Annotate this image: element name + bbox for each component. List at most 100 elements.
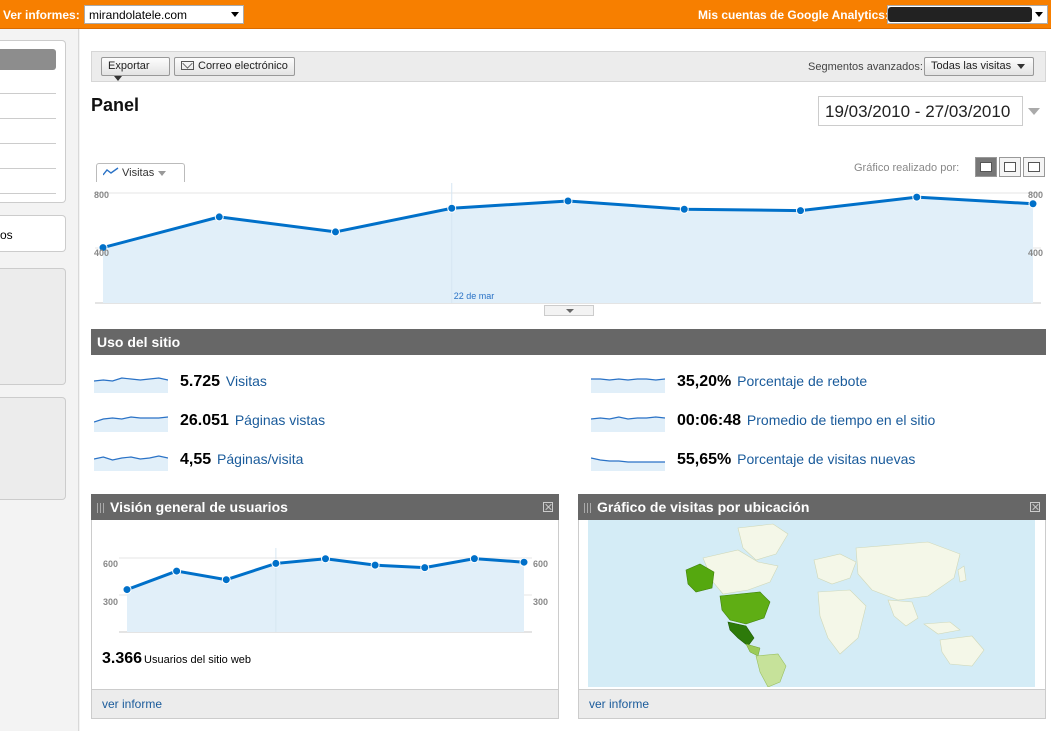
data-point[interactable] <box>1028 199 1038 209</box>
sparkline-icon <box>94 377 168 393</box>
envelope-icon <box>181 61 194 70</box>
drag-handle-icon[interactable] <box>97 503 105 513</box>
usage-metric-link[interactable]: Páginas vistas <box>231 412 325 428</box>
usage-metric-value: 26.051 <box>180 412 229 429</box>
profile-select[interactable]: mirandolatele.com <box>84 5 244 24</box>
close-icon[interactable] <box>1030 502 1040 512</box>
series-area <box>127 558 524 632</box>
metric-tab-label: Visitas <box>122 167 155 179</box>
graph-by-label: Gráfico realizado por: <box>854 162 960 174</box>
sidebar-panel <box>0 397 66 500</box>
usage-metric-link[interactable]: Porcentaje de rebote <box>733 373 867 389</box>
usage-metric-link[interactable]: Porcentaje de visitas nuevas <box>733 451 915 467</box>
data-point[interactable] <box>370 560 380 570</box>
users-count-label: Usuarios del sitio web <box>144 654 252 666</box>
left-sidebar: os <box>0 29 79 731</box>
map-region-africa <box>817 589 867 655</box>
y-tick-label: 400 <box>1028 248 1043 258</box>
data-point[interactable] <box>679 204 689 214</box>
chevron-down-icon <box>1017 63 1026 69</box>
data-point[interactable] <box>221 575 231 585</box>
view-week-button[interactable] <box>999 157 1021 177</box>
divider <box>0 93 56 94</box>
map-panel-title: Gráfico de visitas por ubicación <box>597 499 810 515</box>
sidebar-selected-item[interactable] <box>0 49 56 70</box>
sparkline-icon <box>591 416 665 432</box>
y-tick-label: 300 <box>103 597 118 607</box>
segments-label: Segmentos avanzados: <box>808 61 923 73</box>
map-region-central-america <box>745 643 761 657</box>
data-point[interactable] <box>447 203 457 213</box>
metric-selector-tab[interactable]: Visitas <box>96 163 185 182</box>
map-panel-footer: ver informe <box>579 689 1045 718</box>
segments-select[interactable]: Todas las visitas <box>924 57 1034 76</box>
data-point[interactable] <box>563 196 573 206</box>
usage-metric-value: 4,55 <box>180 451 212 468</box>
map-region-asia <box>855 541 961 601</box>
usage-metric: 26.051 Páginas vistas <box>180 412 325 430</box>
world-map[interactable] <box>588 520 1035 687</box>
users-count: 3.366 Usuarios del sitio web <box>102 650 251 668</box>
top-bar: Ver informes: mirandolatele.com Mis cuen… <box>0 0 1051 29</box>
view-month-button[interactable] <box>1023 157 1045 177</box>
y-tick-label: 600 <box>533 559 548 569</box>
calendar-week-icon <box>1004 162 1016 172</box>
export-button[interactable]: Exportar <box>101 57 170 81</box>
data-point[interactable] <box>321 554 330 564</box>
map-panel-header[interactable]: Gráfico de visitas por ubicación <box>578 494 1046 520</box>
site-usage-title: Uso del sitio <box>97 334 181 350</box>
sidebar-item-box[interactable]: os <box>0 215 66 252</box>
users-report-link[interactable]: ver informe <box>102 697 162 711</box>
data-point[interactable] <box>122 585 132 595</box>
chevron-down-icon <box>1035 12 1043 17</box>
usage-metric: 35,20% Porcentaje de rebote <box>677 373 867 391</box>
reports-label: Ver informes: <box>3 8 80 22</box>
data-point[interactable] <box>172 566 182 576</box>
date-range-value: 19/03/2010 - 27/03/2010 <box>825 102 1011 121</box>
page-title: Panel <box>91 95 140 115</box>
map-region-mexico <box>727 621 755 647</box>
date-annotation: 22 de mar <box>454 291 495 301</box>
y-tick-label: 800 <box>1028 190 1043 200</box>
data-point[interactable] <box>796 206 805 216</box>
close-icon[interactable] <box>543 502 553 512</box>
data-point[interactable] <box>519 557 529 567</box>
drag-handle-icon[interactable] <box>584 503 592 513</box>
view-day-button[interactable] <box>975 157 997 177</box>
data-point[interactable] <box>331 227 340 237</box>
map-region-indonesia <box>923 621 961 635</box>
chevron-down-icon <box>114 75 122 81</box>
chevron-down-icon <box>158 170 167 176</box>
usage-metric-link[interactable]: Páginas/visita <box>213 451 303 467</box>
y-tick-label: 800 <box>94 190 109 200</box>
data-point[interactable] <box>214 212 224 222</box>
date-range-picker[interactable]: 19/03/2010 - 27/03/2010 <box>818 96 1023 126</box>
users-panel-header[interactable]: Visión general de usuarios <box>91 494 559 520</box>
sidebar-item-label: os <box>0 228 13 242</box>
data-point[interactable] <box>271 558 281 568</box>
usage-metric: 5.725 Visitas <box>180 373 267 391</box>
users-panel-title: Visión general de usuarios <box>110 499 288 515</box>
sparkline-icon <box>591 457 665 471</box>
users-chart: 600 300 600 300 <box>103 548 548 633</box>
calendar-day-icon <box>980 162 992 172</box>
map-region-usa <box>719 591 771 625</box>
usage-metric-link[interactable]: Promedio de tiempo en el sitio <box>743 412 935 428</box>
expand-chart-button[interactable] <box>544 305 594 316</box>
visits-chart: 800 400 800 400 22 de mar <box>94 183 1043 304</box>
map-report-link[interactable]: ver informe <box>589 697 649 711</box>
usage-metric-value: 00:06:48 <box>677 412 742 429</box>
map-region-south-america <box>755 653 787 687</box>
map-region-europe <box>813 553 857 585</box>
data-point[interactable] <box>912 192 922 202</box>
sparkline-icon <box>94 455 168 471</box>
data-point[interactable] <box>420 563 430 573</box>
usage-metric-link[interactable]: Visitas <box>222 373 267 389</box>
chevron-down-icon <box>231 12 239 17</box>
chevron-down-icon[interactable] <box>1028 108 1040 115</box>
divider <box>0 168 56 169</box>
data-point[interactable] <box>469 554 479 564</box>
email-button[interactable]: Correo electrónico <box>174 57 295 76</box>
usage-metric-value: 35,20% <box>677 373 732 390</box>
map-region-australia <box>939 635 985 667</box>
